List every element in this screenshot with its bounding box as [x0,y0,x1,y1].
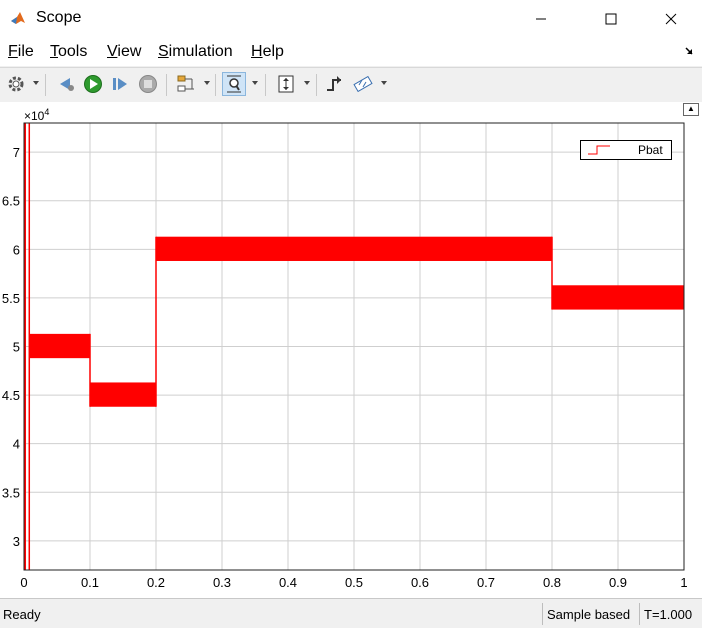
scope-window: Scope File Tools View Simulation Help ▲ … [0,0,702,628]
y-tick-label: 6.5 [2,194,20,209]
x-tick-label: 0.8 [543,575,561,590]
x-tick-labels: 0 0.1 0.2 0.3 0.4 0.5 0.6 0.7 0.8 0.9 1 [20,575,687,590]
status-ready: Ready [3,607,41,622]
y-tick-label: 5.5 [2,291,20,306]
y-tick-label: 7 [13,145,20,160]
x-tick-label: 0.7 [477,575,495,590]
legend-label-pbat: Pbat [638,143,663,157]
y-tick-label: 3 [13,534,20,549]
y-tick-label: 4.5 [2,388,20,403]
x-tick-label: 0.2 [147,575,165,590]
status-bar: Ready Sample based T=1.000 [0,598,702,628]
pbat-band-4 [552,285,684,310]
x-tick-label: 0 [20,575,27,590]
status-separator [639,603,640,625]
status-separator [542,603,543,625]
legend-swatch-pbat [588,145,610,155]
pbat-band-3 [156,236,552,261]
y-tick-label: 4 [13,437,20,452]
y-tick-label: 3.5 [2,485,20,500]
x-tick-label: 0.4 [279,575,297,590]
x-tick-label: 1 [680,575,687,590]
y-exponent-label: ×104 [24,107,49,123]
x-tick-label: 0.6 [411,575,429,590]
x-tick-label: 0.9 [609,575,627,590]
scope-chart[interactable]: 0 0.1 0.2 0.3 0.4 0.5 0.6 0.7 0.8 0.9 1 3 3.5 4 4.5 5 5… [0,0,702,598]
x-tick-label: 0.1 [81,575,99,590]
y-exponent-base: ×10 [24,109,45,123]
legend[interactable]: Pbat [580,140,672,160]
x-tick-label: 0.5 [345,575,363,590]
y-tick-label: 6 [13,242,20,257]
status-sample-based: Sample based [547,607,631,622]
pbat-band-2 [90,382,156,407]
pbat-band-1 [29,333,91,359]
y-tick-labels: 3 3.5 4 4.5 5 5.5 6 6.5 7 [2,145,20,549]
y-exponent-power: 4 [44,107,49,117]
x-tick-label: 0.3 [213,575,231,590]
y-tick-label: 5 [13,340,20,355]
status-time: T=1.000 [644,607,693,622]
grid [23,123,685,570]
